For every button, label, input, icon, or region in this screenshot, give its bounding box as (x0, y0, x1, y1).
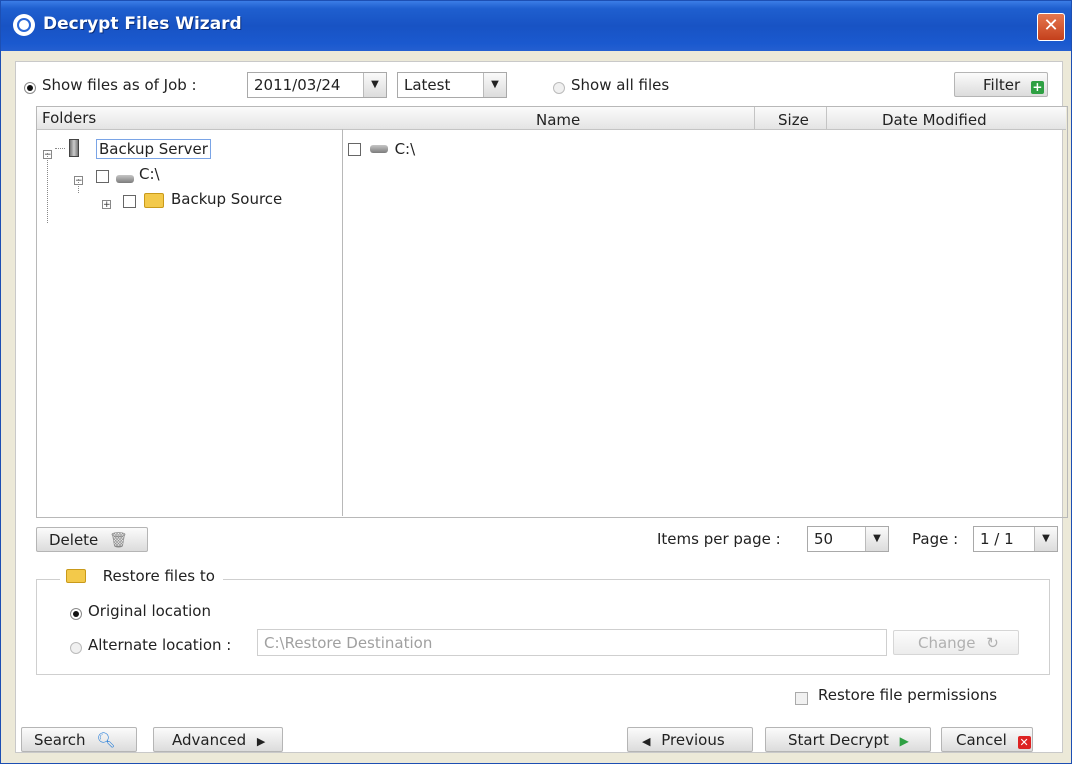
drive-icon (116, 170, 134, 188)
cancel-label: Cancel (956, 731, 1007, 749)
add-filter-icon: + (1030, 80, 1044, 94)
advanced-label: Advanced (172, 731, 247, 749)
column-divider (826, 107, 827, 129)
start-decrypt-label: Start Decrypt (788, 731, 889, 749)
server-icon (69, 139, 79, 158)
alternate-location-placeholder: C:\Restore Destination (264, 634, 433, 652)
file-row-checkbox[interactable] (348, 143, 361, 156)
drive-icon (369, 145, 388, 153)
play-icon: ▶ (899, 734, 909, 748)
filter-button[interactable]: Filter + (954, 72, 1048, 97)
window-title: Decrypt Files Wizard (43, 14, 242, 34)
close-button[interactable]: ✕ (1037, 13, 1065, 41)
show-as-of-job-label: Show files as of Job : (42, 76, 197, 94)
show-all-files-label: Show all files (571, 76, 670, 94)
delete-button[interactable]: Delete 🗑 (36, 527, 148, 552)
drive-checkbox[interactable] (96, 167, 109, 185)
change-button[interactable]: Change ↻ (893, 630, 1019, 655)
tree-connector (55, 148, 65, 149)
delete-label: Delete (49, 531, 99, 549)
show-as-of-job-radio[interactable] (24, 79, 36, 97)
alternate-location-label: Alternate location : (88, 636, 232, 654)
cancel-icon: ✕ (1017, 736, 1031, 749)
restore-legend: Restore files to (60, 567, 223, 585)
job-date-value: 2011/03/24 (254, 76, 341, 94)
pane-divider[interactable] (342, 129, 343, 516)
restore-fieldset (36, 579, 1050, 675)
refresh-icon: ↻ (986, 634, 999, 652)
app-logo-icon (13, 14, 35, 36)
cancel-button[interactable]: Cancel ✕ (941, 727, 1033, 752)
items-per-page-value: 50 (814, 530, 834, 548)
restore-title: Restore files to (102, 567, 215, 585)
folder-checkbox[interactable] (123, 192, 136, 210)
tree-node-backup-source[interactable]: Backup Source (171, 190, 282, 208)
name-column-header[interactable]: Name (536, 111, 580, 129)
items-per-page-label: Items per page : (657, 530, 781, 548)
original-location-label: Original location (88, 602, 211, 620)
trash-icon: 🗑 (109, 531, 129, 549)
date-modified-column-header[interactable]: Date Modified (882, 111, 987, 129)
restore-permissions-label: Restore file permissions (818, 686, 998, 704)
previous-button[interactable]: ◀ Previous (627, 727, 753, 752)
folder-icon (144, 192, 164, 210)
tree-expand-icon[interactable]: + (102, 194, 111, 212)
job-version-select[interactable]: Latest ▼ (397, 72, 507, 98)
file-row-name: C:\ (394, 140, 416, 158)
previous-label: Previous (661, 731, 725, 749)
page-select[interactable]: 1 / 1 ▼ (973, 526, 1058, 552)
page-value: 1 / 1 (980, 530, 1014, 548)
file-browser (36, 106, 1068, 518)
show-all-files-radio[interactable] (553, 79, 565, 97)
column-divider (754, 107, 755, 129)
page-label: Page : (912, 530, 959, 548)
close-icon: ✕ (1043, 15, 1059, 36)
triangle-left-icon: ◀ (642, 735, 651, 748)
wizard-body: Show files as of Job : 2011/03/24 ▼ Late… (15, 61, 1068, 753)
chevron-down-icon: ▼ (1034, 527, 1057, 551)
chevron-down-icon: ▼ (363, 73, 386, 97)
items-per-page-select[interactable]: 50 ▼ (807, 526, 889, 552)
restore-permissions-checkbox[interactable] (795, 689, 808, 707)
size-column-header[interactable]: Size (778, 111, 809, 129)
title-bar[interactable]: Decrypt Files Wizard ✕ (1, 1, 1071, 51)
search-button[interactable]: Search 🔍︎ (21, 727, 137, 752)
chevron-down-icon: ▼ (483, 73, 506, 97)
wizard-window: Decrypt Files Wizard ✕ Show files as of … (0, 0, 1072, 764)
tree-node-drive-c[interactable]: C:\ (139, 165, 160, 183)
tree-node-backup-server[interactable]: Backup Server (96, 139, 211, 159)
search-icon: 🔍︎ (96, 731, 116, 749)
start-decrypt-button[interactable]: Start Decrypt ▶ (765, 727, 931, 752)
search-label: Search (34, 731, 86, 749)
change-label: Change (918, 634, 976, 652)
job-version-value: Latest (404, 76, 451, 94)
original-location-radio[interactable] (70, 605, 82, 623)
tree-connector (78, 179, 79, 193)
tree-connector (47, 153, 48, 223)
open-folder-icon (66, 569, 86, 583)
triangle-right-icon: ▶ (256, 735, 266, 748)
advanced-button[interactable]: Advanced ▶ (153, 727, 283, 752)
alternate-location-input[interactable]: C:\Restore Destination (257, 629, 887, 656)
job-date-select[interactable]: 2011/03/24 ▼ (247, 72, 387, 98)
folders-header: Folders (42, 109, 97, 127)
alternate-location-radio[interactable] (70, 639, 82, 657)
chevron-down-icon: ▼ (865, 527, 888, 551)
filter-label: Filter (983, 76, 1021, 94)
file-list-row[interactable]: C:\ (348, 140, 415, 158)
